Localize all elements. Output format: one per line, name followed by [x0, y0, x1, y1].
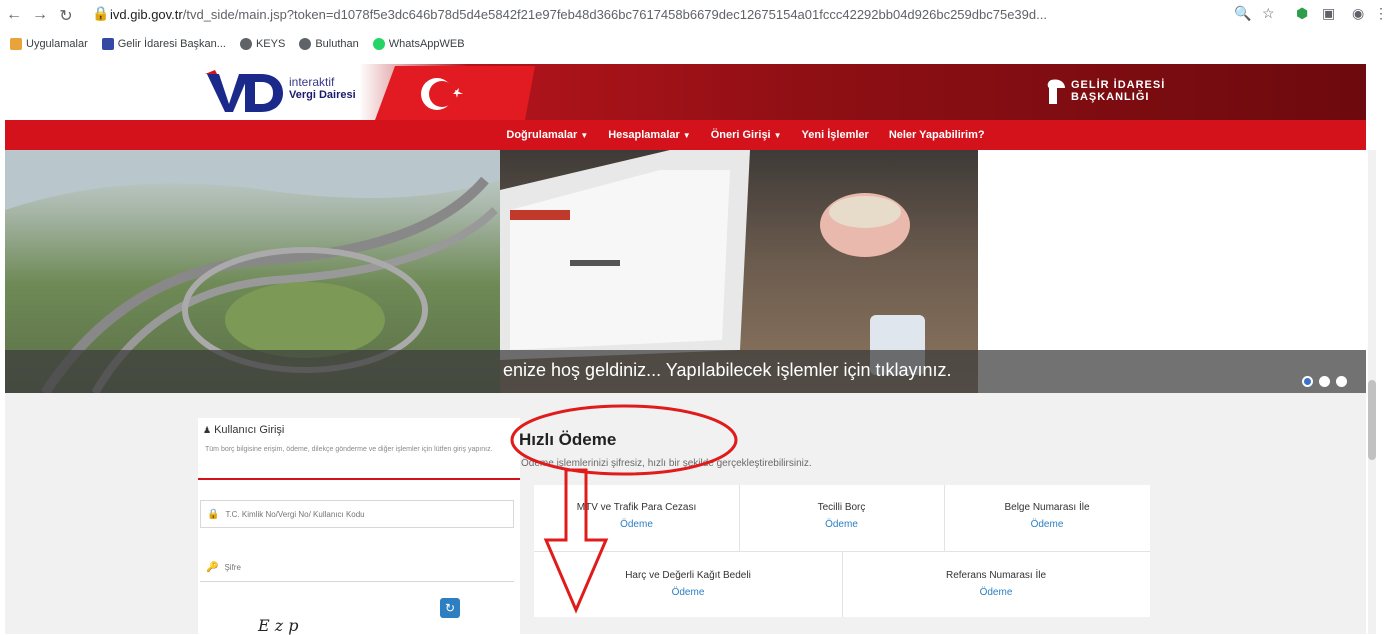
- extension-icon[interactable]: ▣: [1322, 5, 1335, 22]
- main-nav: Doğrulamalar ▼ Hesaplamalar ▼ Öneri Girişi…: [5, 120, 1366, 150]
- slider-dots: [1302, 376, 1347, 387]
- back-icon[interactable]: ←: [4, 6, 24, 24]
- bookmark-gib[interactable]: Gelir İdaresi Başkan...: [101, 38, 226, 50]
- username-field[interactable]: 🔒: [200, 500, 514, 528]
- bookmark-apps[interactable]: Uygulamalar: [10, 38, 88, 50]
- user-icon: ♟: [203, 424, 212, 435]
- bookmark-label: Uygulamalar: [26, 38, 88, 50]
- hero-caption[interactable]: enize hoş geldiniz... Yapılabilecek işle…: [503, 360, 952, 381]
- ivd-logo[interactable]: [205, 68, 285, 114]
- nav-label: Doğrulamalar: [506, 129, 578, 141]
- turkish-flag-image: [375, 66, 535, 120]
- site-header: interaktif Vergi Dairesi GELİR İDARESİ B…: [5, 64, 1366, 120]
- password-field[interactable]: 🔑: [200, 554, 514, 582]
- gib-emblem-icon: [1047, 79, 1065, 104]
- reload-icon[interactable]: ↻: [56, 6, 76, 26]
- qp-label: Referans Numarası İle: [945, 570, 1047, 581]
- qp-harc-degerli-kagit[interactable]: Harç ve Değerli Kağıt Bedeli Ödeme: [534, 570, 842, 598]
- nav-item-yeni-islemler[interactable]: Yeni İşlemler: [802, 129, 869, 141]
- login-separator: [198, 478, 520, 480]
- url-host: ivd.gib.gov.tr: [110, 7, 183, 22]
- slider-dot-3[interactable]: [1336, 376, 1347, 387]
- qp-action-link[interactable]: Ödeme: [534, 587, 842, 598]
- lock-icon: 🔒: [92, 5, 110, 21]
- url-path: /tvd_side/main.jsp?token=d1078f5e3dc646b…: [182, 7, 1047, 22]
- refresh-captcha-button[interactable]: ↻: [440, 598, 460, 618]
- nav-label: Neler Yapabilirim?: [888, 129, 985, 141]
- forward-icon[interactable]: →: [30, 6, 50, 24]
- nav-label: Yeni İşlemler: [801, 129, 869, 141]
- caret-down-icon: ▼: [580, 131, 589, 140]
- password-input[interactable]: [224, 563, 505, 572]
- login-description: Tüm borç bilgisine erişim, ödeme, dilekç…: [205, 446, 493, 453]
- globe-icon: [239, 38, 252, 50]
- bookmarks-bar: Uygulamalar Gelir İdaresi Başkan... KEYS…: [10, 34, 465, 54]
- profile-icon[interactable]: ◉: [1352, 5, 1364, 22]
- star-icon[interactable]: ☆: [1262, 5, 1275, 22]
- address-bar[interactable]: ivd.gib.gov.tr/tvd_side/main.jsp?token=d…: [110, 3, 1220, 27]
- captcha-image: E z p: [258, 616, 299, 635]
- gib-line-1: GELİR İDARESİ: [1071, 79, 1166, 91]
- bookmark-label: Gelir İdaresi Başkan...: [117, 38, 226, 50]
- login-title-text: Kullanıcı Girişi: [214, 424, 285, 436]
- logo-text: interaktif Vergi Dairesi: [289, 76, 356, 101]
- quick-payment-title: Hızlı Ödeme: [519, 430, 617, 449]
- qp-label: Tecilli Borç: [817, 502, 866, 513]
- qp-belge-numarasi[interactable]: Belge Numarası İle Ödeme: [944, 502, 1150, 530]
- scrollbar-thumb[interactable]: [1368, 380, 1376, 460]
- logo-line-1: interaktif: [289, 75, 335, 89]
- quick-payment-description: Ödeme işlemlerinizi şifresiz, hızlı bir …: [521, 458, 812, 469]
- qp-action-link[interactable]: Ödeme: [534, 519, 739, 530]
- qp-referans-numarasi[interactable]: Referans Numarası İle Ödeme: [842, 570, 1150, 598]
- logo-line-2: Vergi Dairesi: [289, 89, 356, 101]
- qp-mtv-trafik[interactable]: MTV ve Trafik Para Cezası Ödeme: [534, 502, 739, 530]
- gib-line-2: BAŞKANLIĞI: [1071, 91, 1150, 103]
- qp-action-link[interactable]: Ödeme: [842, 587, 1150, 598]
- bookmark-label: WhatsAppWEB: [388, 38, 465, 50]
- gib-favicon-icon: [101, 38, 114, 50]
- bookmark-buluthan[interactable]: Buluthan: [299, 38, 359, 50]
- globe-icon: [299, 38, 312, 50]
- qp-action-link[interactable]: Ödeme: [739, 519, 944, 530]
- nav-item-neler-yapabilirim[interactable]: Neler Yapabilirim?: [889, 129, 985, 141]
- shield-icon[interactable]: ⬢: [1296, 5, 1308, 22]
- nav-label: Hesaplamalar: [608, 129, 680, 141]
- bookmark-whatsapp[interactable]: WhatsAppWEB: [372, 38, 465, 50]
- apps-grid-icon: [10, 38, 22, 50]
- caret-down-icon: ▼: [682, 131, 691, 140]
- slider-dot-2[interactable]: [1319, 376, 1330, 387]
- bookmark-label: Buluthan: [315, 38, 359, 50]
- nav-item-dogrulamalar[interactable]: Doğrulamalar ▼: [506, 129, 588, 141]
- bookmark-label: KEYS: [255, 38, 286, 50]
- caret-down-icon: ▼: [773, 131, 782, 140]
- bookmark-keys[interactable]: KEYS: [239, 38, 286, 50]
- nav-item-oneri-girisi[interactable]: Öneri Girişi ▼: [711, 129, 782, 141]
- qp-label: Belge Numarası İle: [1004, 502, 1090, 513]
- lock-icon: 🔒: [207, 508, 220, 520]
- slider-dot-1[interactable]: [1302, 376, 1313, 387]
- refresh-icon: ↻: [444, 601, 456, 615]
- gib-logo[interactable]: GELİR İDARESİ BAŞKANLIĞI: [1045, 78, 1165, 104]
- qp-action-link[interactable]: Ödeme: [944, 519, 1150, 530]
- browser-chrome: ← → ↻ 🔒 ivd.gib.gov.tr/tvd_side/main.jsp…: [0, 0, 1386, 62]
- whatsapp-icon: [372, 38, 385, 50]
- qp-label: MTV ve Trafik Para Cezası: [576, 502, 697, 513]
- hero-slider[interactable]: enize hoş geldiniz... Yapılabilecek işle…: [5, 150, 1366, 393]
- username-input[interactable]: [225, 509, 506, 519]
- login-title: ♟ Kullanıcı Girişi: [203, 424, 284, 436]
- key-icon: 🔑: [206, 562, 219, 573]
- qp-label: Harç ve Değerli Kağıt Bedeli: [625, 570, 751, 581]
- nav-label: Öneri Girişi: [710, 129, 771, 141]
- qp-tecilli-borc[interactable]: Tecilli Borç Ödeme: [739, 502, 944, 530]
- menu-icon[interactable]: ⋮: [1374, 5, 1386, 22]
- zoom-icon[interactable]: 🔍: [1234, 5, 1251, 22]
- nav-item-hesaplamalar[interactable]: Hesaplamalar ▼: [608, 129, 690, 141]
